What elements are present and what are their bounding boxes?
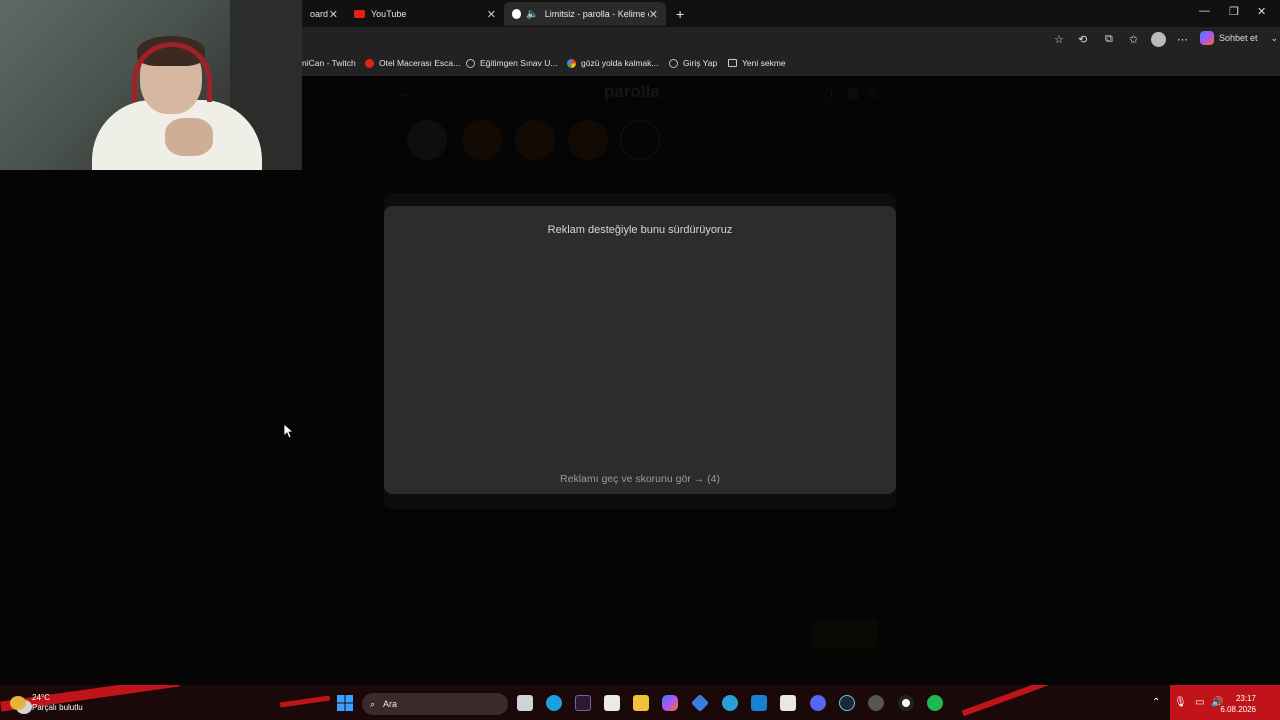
streamer-hand bbox=[165, 118, 213, 156]
tab-label: Limitsiz - parolla - Kelime oyu bbox=[544, 9, 649, 19]
clock-date: 6.08.2026 bbox=[1220, 705, 1256, 714]
youtube-icon bbox=[365, 58, 374, 68]
brand-logo: parolla bbox=[604, 82, 660, 101]
minimize-icon[interactable]: — bbox=[1199, 5, 1210, 17]
back-arrow-icon[interactable]: ← bbox=[400, 85, 414, 101]
bookmark-gozu[interactable]: gözü yolda kalmak... bbox=[567, 58, 658, 68]
obs-icon[interactable] bbox=[868, 695, 884, 711]
weather-desc: Parçalı bulutlu bbox=[32, 703, 83, 712]
webcam-overlay bbox=[0, 0, 302, 170]
close-icon[interactable]: ✕ bbox=[487, 8, 496, 21]
letter-circle bbox=[407, 120, 447, 160]
bookmark-yeni-sekme[interactable]: Yeni sekme bbox=[728, 58, 786, 68]
bookmark-label: niCan - Twitch bbox=[302, 58, 356, 68]
network-icon[interactable]: ▭ bbox=[1195, 697, 1204, 708]
terminal-icon[interactable] bbox=[575, 695, 591, 711]
bookmark-label: gözü yolda kalmak... bbox=[581, 58, 659, 68]
bookmark-otel[interactable]: Otel Macerası Esca... bbox=[365, 58, 460, 68]
profile-avatar-icon[interactable] bbox=[1151, 32, 1166, 47]
microphone-icon[interactable]: 🎙 bbox=[1174, 697, 1187, 708]
letter-circle bbox=[620, 120, 660, 160]
globe-icon bbox=[669, 58, 678, 68]
tab-youtube[interactable]: YouTube ✕ bbox=[346, 2, 504, 26]
letter-circle bbox=[515, 120, 555, 160]
tab-label: YouTube bbox=[371, 9, 407, 19]
ad-modal: Reklam desteğiyle bunu sürdürüyoruz Rekl… bbox=[384, 206, 896, 494]
app-icon[interactable] bbox=[780, 695, 796, 711]
store-icon[interactable] bbox=[604, 695, 620, 711]
tab-page-icon bbox=[728, 59, 737, 67]
stats-icon[interactable]: ▥ bbox=[847, 85, 859, 101]
steam-icon[interactable] bbox=[839, 695, 855, 711]
windows-start-icon[interactable] bbox=[337, 695, 353, 711]
app-icon[interactable] bbox=[898, 695, 914, 711]
bookmark-label: Eğitimgen Sınav U... bbox=[480, 58, 558, 68]
skip-ad-button[interactable]: Reklamı geç ve skorunu gör → (4) bbox=[384, 473, 896, 485]
restore-icon[interactable]: ❐ bbox=[1229, 5, 1239, 18]
parolla-icon bbox=[512, 9, 522, 19]
help-icon[interactable]: ⓘ bbox=[825, 85, 838, 104]
vscode-icon[interactable] bbox=[751, 695, 767, 711]
bookmark-label: Giriş Yap bbox=[683, 58, 718, 68]
edge-icon[interactable] bbox=[546, 695, 562, 711]
youtube-icon bbox=[354, 10, 365, 18]
favorites-icon[interactable]: ✩ bbox=[1129, 33, 1138, 46]
copilot-icon[interactable] bbox=[662, 695, 678, 711]
bookmark-twitch[interactable]: niCan - Twitch bbox=[302, 58, 356, 68]
chevron-down-icon: ⌄ bbox=[1270, 32, 1279, 43]
close-icon[interactable]: ✕ bbox=[329, 8, 338, 21]
tab-parolla[interactable]: 🔈 Limitsiz - parolla - Kelime oyu ✕ bbox=[504, 2, 666, 26]
app-icon[interactable] bbox=[722, 695, 738, 711]
new-tab-button[interactable]: + bbox=[668, 2, 690, 26]
letter-circle bbox=[568, 120, 608, 160]
partly-cloudy-icon bbox=[10, 696, 26, 710]
close-icon[interactable]: ✕ bbox=[649, 8, 658, 21]
file-explorer-icon[interactable] bbox=[633, 695, 649, 711]
taskbar-clock[interactable]: 23:17 6.08.2026 bbox=[1220, 693, 1256, 715]
more-icon[interactable]: ⋯ bbox=[1177, 33, 1188, 46]
faded-button bbox=[812, 619, 878, 649]
tab-twitch[interactable]: oard ✕ bbox=[302, 2, 346, 26]
taskbar: 24°C Parçalı bulutlu ⌕ Ara ⌃ 🎙 ▭ 🔊 23:17… bbox=[0, 685, 1280, 720]
search-icon: ⌕ bbox=[370, 698, 376, 709]
taskbar-search[interactable]: ⌕ Ara bbox=[362, 693, 508, 715]
search-label: Ara bbox=[383, 699, 398, 709]
modal-title: Reklam desteğiyle bunu sürdürüyoruz bbox=[547, 224, 733, 236]
clock-time: 23:17 bbox=[1235, 694, 1256, 703]
copilot-button[interactable]: Sohbet et ⌄ bbox=[1200, 31, 1278, 45]
bookmark-egitimgen[interactable]: Eğitimgen Sınav U... bbox=[466, 58, 557, 68]
user-icon[interactable]: ◎ bbox=[867, 85, 878, 101]
letter-circle bbox=[462, 120, 502, 160]
speaker-icon[interactable]: 🔈 bbox=[526, 9, 538, 20]
weather-widget[interactable]: 24°C Parçalı bulutlu bbox=[10, 693, 83, 713]
chevron-up-icon[interactable]: ⌃ bbox=[1152, 697, 1160, 708]
tab-label: oard bbox=[310, 9, 329, 19]
discord-icon[interactable] bbox=[810, 695, 826, 711]
collections-icon[interactable]: ⧉ bbox=[1105, 33, 1113, 46]
extensions-icon[interactable]: ⟲ bbox=[1078, 33, 1087, 46]
copilot-label: Sohbet et bbox=[1219, 33, 1258, 43]
task-view-icon[interactable] bbox=[517, 695, 533, 711]
copilot-icon bbox=[1200, 31, 1214, 45]
wallpaper-stroke bbox=[279, 695, 331, 708]
globe-icon bbox=[466, 58, 475, 68]
bookmark-giris[interactable]: Giriş Yap bbox=[669, 58, 717, 68]
bookmark-label: Yeni sekme bbox=[742, 58, 786, 68]
spotify-icon[interactable] bbox=[927, 695, 943, 711]
bookmark-label: Otel Macerası Esca... bbox=[379, 58, 461, 68]
app-icon[interactable] bbox=[690, 693, 710, 713]
google-icon bbox=[567, 58, 576, 68]
weather-temp: 24°C bbox=[32, 693, 50, 702]
close-window-icon[interactable]: ✕ bbox=[1257, 5, 1266, 18]
mouse-cursor-icon bbox=[284, 424, 294, 439]
wallpaper-stroke bbox=[961, 685, 1049, 717]
star-icon[interactable]: ☆ bbox=[1054, 33, 1064, 46]
